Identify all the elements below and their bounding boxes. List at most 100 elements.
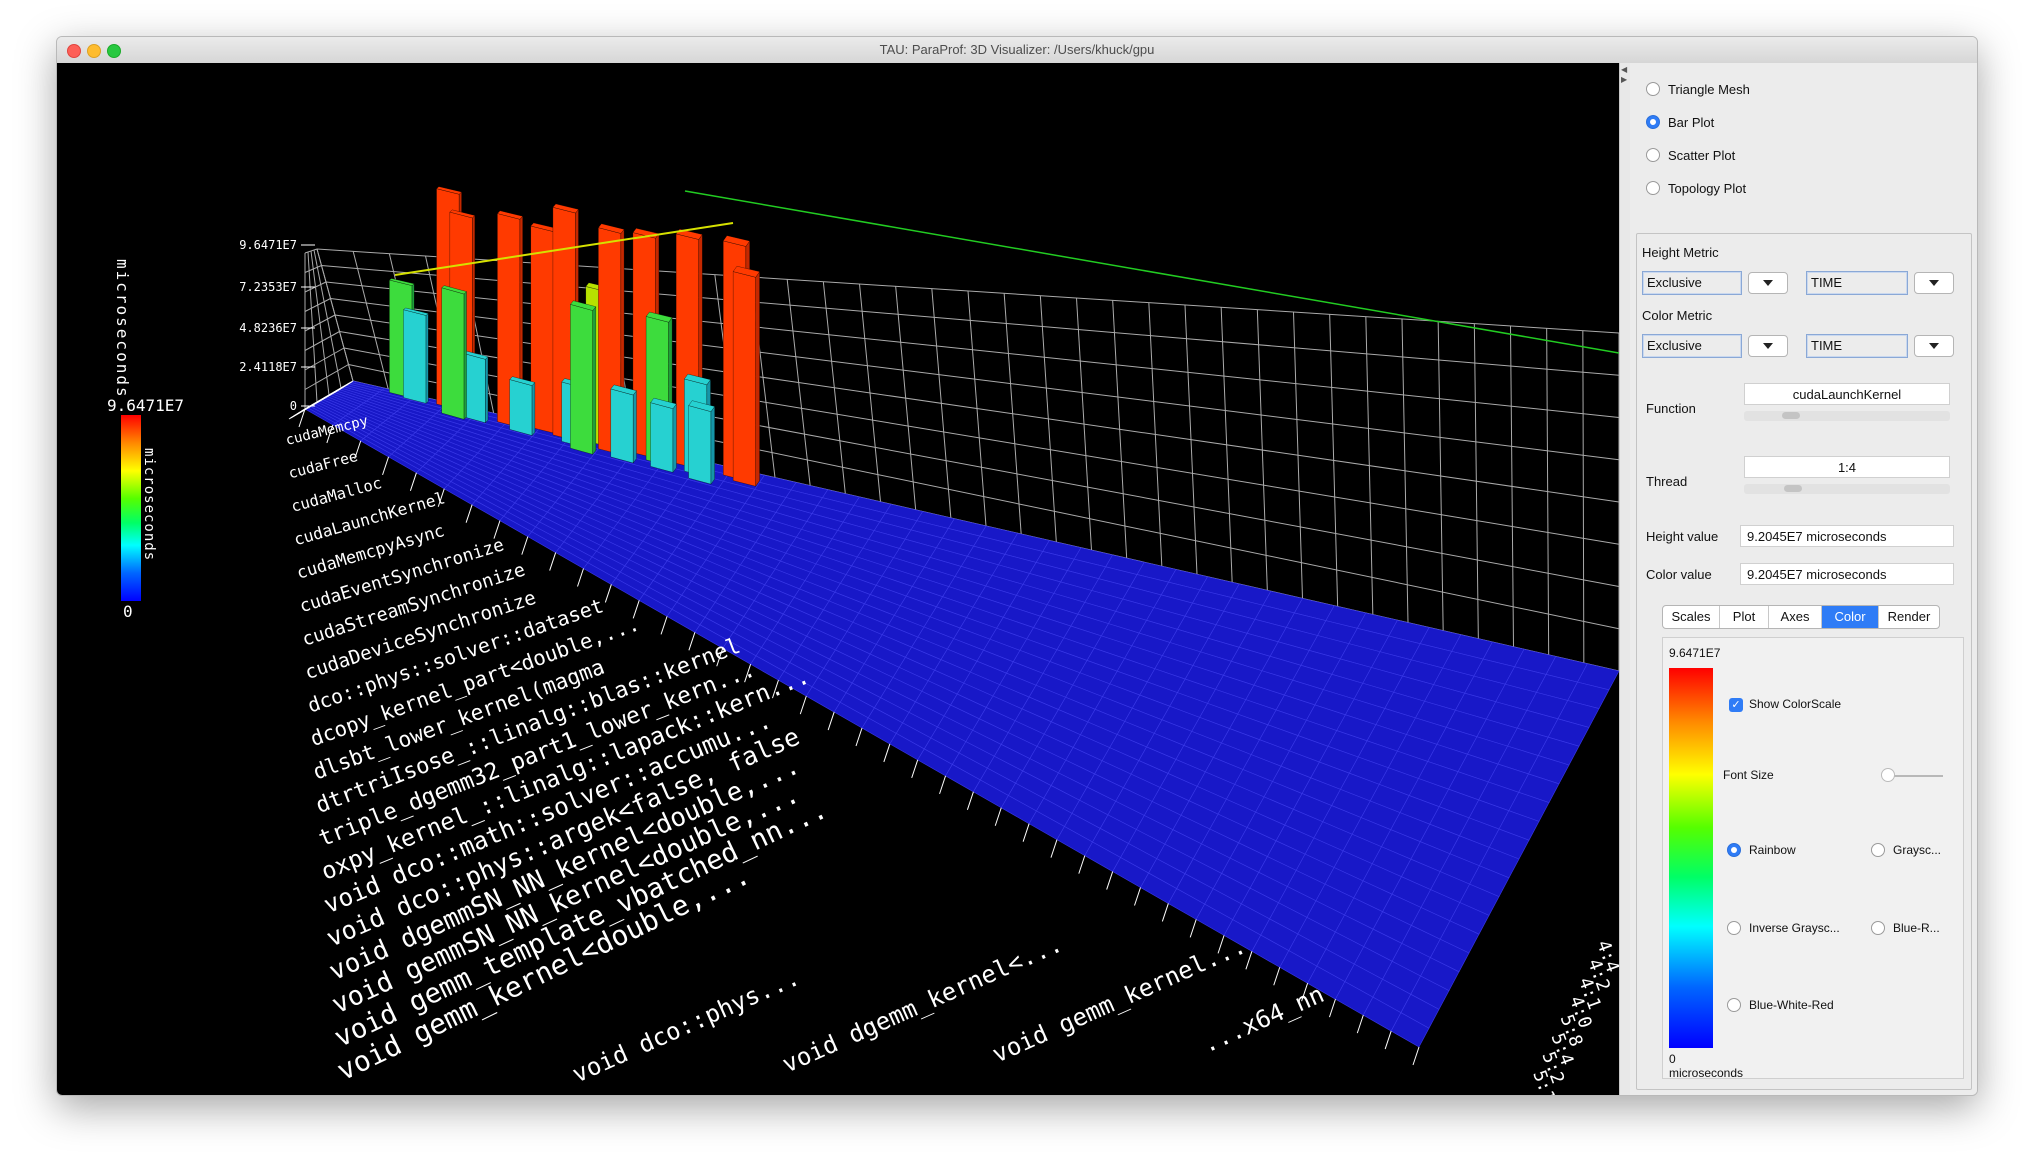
thread-axis-tick [604,584,612,603]
bar-side-face [425,313,429,404]
z-axis-tick-label: 2.4118E7 [239,360,297,374]
function-slider[interactable] [1744,411,1950,421]
radio-button[interactable] [1646,148,1660,162]
window-title: TAU: ParaProf: 3D Visualizer: /Users/khu… [879,42,1155,57]
function-axis-label: cudaFree [287,448,360,482]
height-value-type-field[interactable]: Exclusive [1642,271,1742,295]
radio-button[interactable] [1646,82,1660,96]
thread-label: Thread [1646,474,1688,489]
thread-axis-tick [911,759,919,779]
radio-button[interactable] [1727,998,1741,1012]
thread-axis-tick [883,743,891,763]
scheme-inverse-grayscale[interactable]: Inverse Graysc... [1727,918,1840,938]
scheme-grayscale[interactable]: Graysc... [1871,840,1941,860]
thread-axis-tick [465,504,473,523]
height-metric-label: Height Metric [1642,245,1719,260]
bar-side-face [710,405,715,485]
show-colorscale-label: Show ColorScale [1749,697,1842,711]
thread-axis-tick [939,775,947,795]
height-metric-field[interactable]: TIME [1806,271,1908,295]
radio-button[interactable] [1646,115,1660,129]
z-axis-label: microseconds [113,259,132,399]
radio-bar-plot[interactable]: Bar Plot [1646,112,1714,132]
color-metric-field[interactable]: TIME [1806,334,1908,358]
thread-slider[interactable] [1744,484,1950,494]
show-colorscale-checkbox[interactable]: ✓ [1729,698,1743,712]
thread-axis-tick [521,536,529,555]
height-value-label: Height value [1646,529,1719,544]
thread-axis-tick [549,552,557,571]
settings-tabs: Scales Plot Axes Color Render [1662,605,1940,629]
colorscale-unit: microseconds [1669,1066,1744,1080]
bar-side-face [485,356,489,424]
scheme-blue-red[interactable]: Blue-R... [1871,918,1940,938]
font-size-slider-thumb[interactable] [1881,768,1895,782]
color-value-type-dropdown[interactable] [1748,335,1788,357]
z-axis-tick-label: 9.6471E7 [239,238,297,252]
radio-button[interactable] [1646,181,1660,195]
legend-unit-label: microseconds [141,448,157,561]
radio-label: Topology Plot [1668,180,1747,196]
collapse-right-arrow-icon[interactable]: ▶ [1621,75,1627,84]
chevron-down-icon [1929,280,1939,286]
color-value-type-field[interactable]: Exclusive [1642,334,1742,358]
tab-render[interactable]: Render [1879,606,1939,628]
colorscale-gradient [1669,668,1713,1048]
tab-plot[interactable]: Plot [1720,606,1769,628]
bar-front-face [732,271,756,487]
thread-axis-tick [409,472,417,491]
thread-axis-tick [1384,1030,1392,1050]
radio-topology-plot[interactable]: Topology Plot [1646,178,1746,198]
thread-axis-tick [966,791,974,810]
thread-field[interactable]: 1:4 [1744,456,1950,478]
scheme-blue-white-red[interactable]: Blue-White-Red [1727,995,1834,1015]
collapse-left-arrow-icon[interactable]: ◀ [1621,65,1627,74]
slider-thumb[interactable] [1784,485,1802,492]
radio-button[interactable] [1871,843,1885,857]
radio-triangle-mesh[interactable]: Triangle Mesh [1646,79,1750,99]
function-field[interactable]: cudaLaunchKernel [1744,383,1950,405]
colorscale-max: 9.6471E7 [1669,646,1721,660]
thread-axis-tick [1356,1014,1364,1034]
control-panel: Triangle Mesh Bar Plot Scatter Plot Topo… [1630,63,1977,1095]
thread-axis-tick [855,727,863,747]
radio-label: Scatter Plot [1668,147,1736,163]
radio-label: Inverse Graysc... [1749,921,1840,935]
height-value-type-dropdown[interactable] [1748,272,1788,294]
3d-visualization-canvas[interactable]: 9.6471E7 7.2353E7 4.8236E7 2.4118E7 0 microse… [57,63,1619,1095]
left-wall-vertical-line [313,249,342,389]
thread-axis-tick [1022,823,1030,842]
legend-min-label: 0 [123,602,133,621]
scheme-rainbow[interactable]: Rainbow [1727,840,1796,860]
color-metric-dropdown[interactable] [1914,335,1954,357]
radio-button[interactable] [1727,921,1741,935]
chevron-down-icon [1763,280,1773,286]
radio-label: Bar Plot [1668,114,1715,130]
font-size-label: Font Size [1723,768,1774,782]
z-axis: 9.6471E7 7.2353E7 4.8236E7 2.4118E7 0 microse… [113,238,315,413]
radio-button[interactable] [1727,843,1741,857]
3d-bar-plot[interactable]: 9.6471E7 7.2353E7 4.8236E7 2.4118E7 0 microse… [57,63,1619,1095]
radio-scatter-plot[interactable]: Scatter Plot [1646,145,1735,165]
slider-thumb[interactable] [1782,412,1800,419]
thread-axis-tick [799,695,807,715]
left-wall-vertical-line [307,251,318,403]
bar-front-face [688,405,712,485]
height-value-field: 9.2045E7 microseconds [1740,525,1954,547]
app-window: TAU: ParaProf: 3D Visualizer: /Users/khu… [56,36,1978,1096]
radio-label: Blue-R... [1893,921,1940,935]
tab-axes[interactable]: Axes [1769,606,1822,628]
thread-axis-tick [660,616,668,635]
bar-front-face [570,304,593,455]
bottom-axis-label: ...x64_nn [1198,980,1328,1058]
chevron-down-icon [1929,343,1939,349]
thread-axis-tick [1106,871,1114,890]
left-wall-vertical-line [316,248,354,382]
radio-button[interactable] [1871,921,1885,935]
height-metric-dropdown[interactable] [1914,272,1954,294]
thread-axis-tick [1050,839,1058,858]
bar-side-face [633,390,637,464]
title-bar[interactable]: TAU: ParaProf: 3D Visualizer: /Users/khu… [57,37,1977,64]
tab-color[interactable]: Color [1822,606,1879,628]
tab-scales[interactable]: Scales [1663,606,1720,628]
